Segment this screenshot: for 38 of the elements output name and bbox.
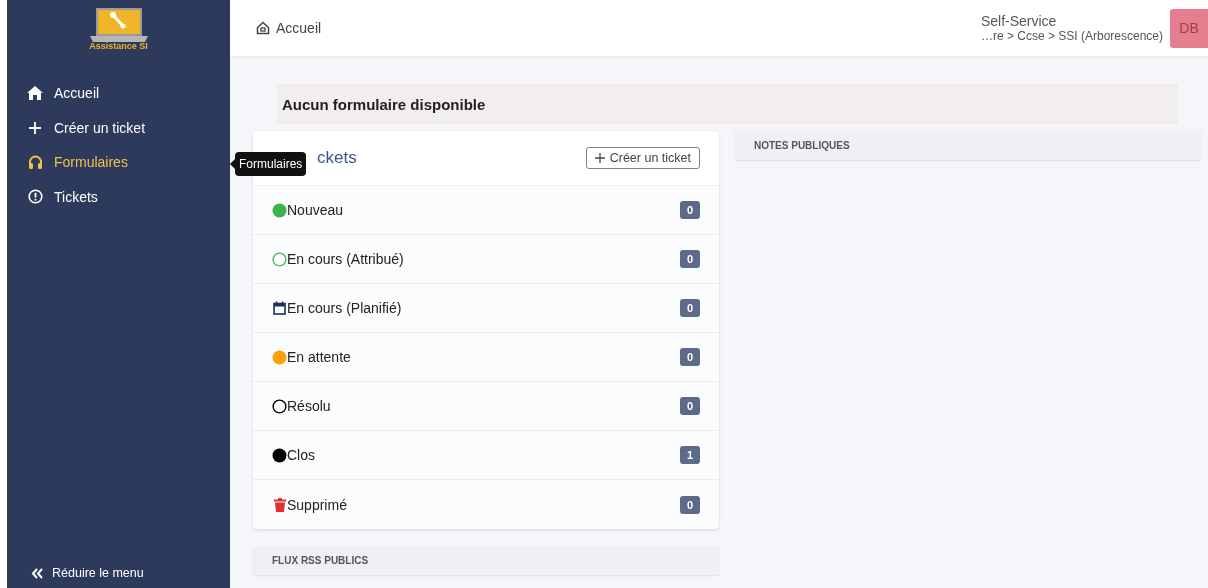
status-link[interactable]: Supprimé [287,496,347,513]
count-badge: 0 [680,495,700,514]
home-icon [27,86,43,101]
count-badge: 0 [680,397,700,415]
tooltip: Formulaires [230,152,307,176]
logo-text: Assistance SI [89,41,148,51]
panel-header: NOTES PUBLIQUES [735,131,1201,160]
status-link[interactable]: Nouveau [287,202,344,218]
profile-name: Self-Service [980,13,1058,29]
entity-path: …re > Ccse > SSI (Arborescence) [980,29,1163,43]
status-link[interactable]: En cours (Attribué) [287,251,404,267]
plus-icon [594,153,605,163]
count-badge: 0 [680,348,700,366]
home-icon [256,21,270,35]
plus-icon [28,120,42,135]
alert-message: Aucun formulaire disponible [277,84,1178,124]
panel-title: ckets [317,148,357,168]
collapse-menu-link[interactable]: Réduire le menu [31,566,144,580]
status-link[interactable]: Clos [287,447,315,463]
count-badge: 0 [680,250,700,268]
create-ticket-button[interactable]: Créer un ticket [585,147,700,169]
count-badge: 0 [680,201,700,219]
breadcrumb-link[interactable]: Accueil [256,20,322,36]
count-badge: 1 [680,446,700,464]
headset-icon [27,154,43,170]
sidebar-item[interactable]: Tickets [27,179,98,214]
status-link[interactable]: Résolu [287,398,331,414]
alert-circle-icon [27,189,43,205]
panel-header: FLUX RSS PUBLICS [253,546,719,575]
sidebar-item[interactable]: Formulaires [27,145,128,180]
count-badge: 0 [680,299,700,317]
status-link[interactable]: En cours (Planifié) [287,300,402,316]
double-chevron-icon [31,567,44,579]
laptop-wrench-logo [89,8,148,42]
sidebar-item[interactable]: Créer un ticket [27,110,146,145]
tooltip-arrow-icon [230,159,235,169]
status-link[interactable]: En attente [287,349,351,365]
sidebar-item[interactable]: Accueil [27,76,100,111]
